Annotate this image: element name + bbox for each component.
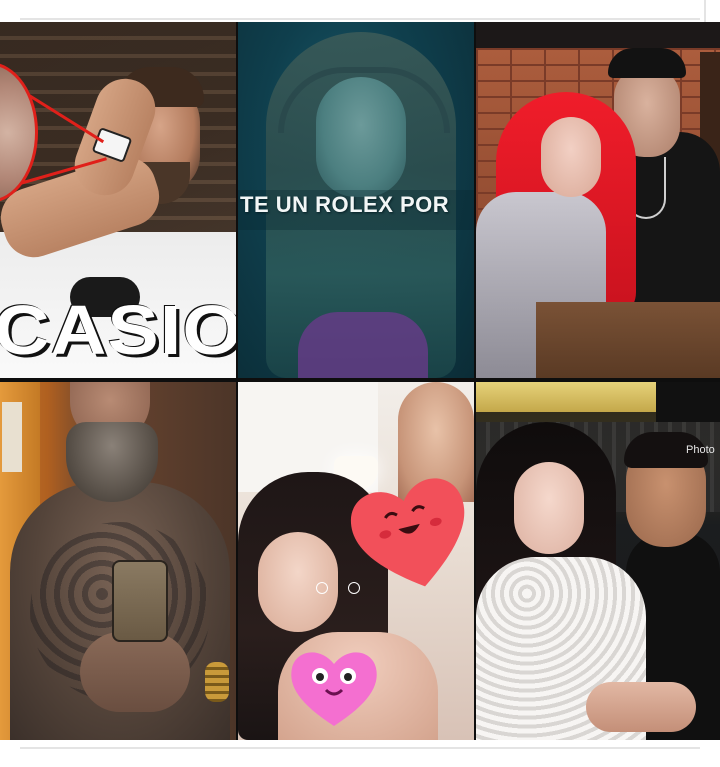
woman-face [514, 462, 584, 554]
woman-face [258, 532, 338, 632]
photo-tile-hearts[interactable] [238, 382, 474, 740]
ui-dot-icon [316, 582, 328, 594]
purple-top [298, 312, 428, 378]
photo-tile-mirror-selfie[interactable] [0, 382, 236, 740]
photo-tile-couple-brick[interactable] [476, 22, 720, 378]
woman-face [541, 117, 601, 197]
black-cap [608, 48, 686, 78]
pink-heart-sticker-icon [291, 652, 377, 726]
photo-tile-rolex[interactable]: TE UN ROLEX POR [238, 22, 474, 378]
dark-panel [656, 382, 720, 422]
rolex-caption: TE UN ROLEX POR [240, 192, 450, 217]
photo-tile-casio[interactable]: CASIO [0, 22, 236, 378]
casio-caption: CASIO [0, 291, 236, 369]
bottom-divider [20, 747, 700, 749]
gold-bracelet [205, 662, 229, 702]
dark-top-bar [476, 22, 720, 48]
tattooed-hand [80, 632, 190, 712]
photo-tile-couple-fur[interactable]: Photo [476, 382, 720, 740]
woman-face [316, 77, 406, 197]
top-divider [20, 18, 700, 20]
clasped-hands [586, 682, 696, 732]
photo-grid: CASIO TE UN ROLEX POR Photo [0, 22, 720, 740]
photo-watermark: Photo [686, 444, 715, 456]
wall-poster [2, 402, 22, 472]
red-heart-sticker-icon [350, 478, 465, 587]
smartphone [112, 560, 168, 642]
wooden-table [536, 302, 720, 378]
collage-frame: CASIO TE UN ROLEX POR Photo [0, 0, 720, 767]
